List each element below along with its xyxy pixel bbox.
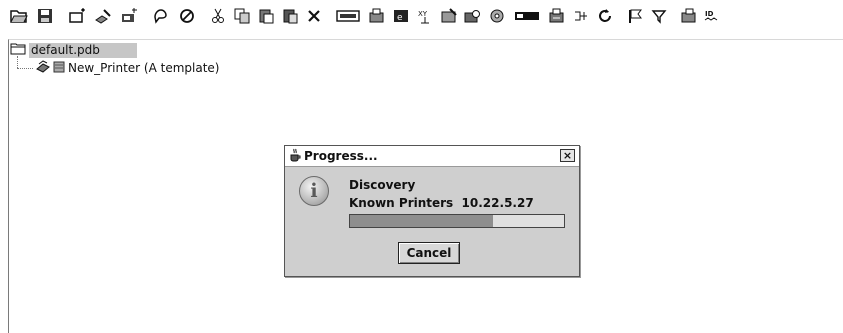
hand-icon[interactable] xyxy=(150,5,172,27)
toolbar: e XY ID xyxy=(0,0,843,34)
open-folder-icon[interactable] xyxy=(8,5,30,27)
edit-printer-icon[interactable] xyxy=(92,5,114,27)
svg-text:ID: ID xyxy=(705,10,714,18)
template-badge-icon xyxy=(53,61,65,76)
close-button[interactable]: × xyxy=(560,149,575,162)
cut-icon[interactable] xyxy=(207,5,229,27)
paste-icon[interactable] xyxy=(255,5,277,27)
network-icon[interactable]: XY xyxy=(414,5,436,27)
progress-fill xyxy=(350,215,494,227)
tree-child-label: New_Printer (A template) xyxy=(68,61,220,75)
port-icon[interactable] xyxy=(334,5,362,27)
tree-connector-vertical xyxy=(17,56,18,68)
java-cup-icon xyxy=(289,148,301,165)
stop-icon[interactable] xyxy=(176,5,198,27)
flag-icon[interactable] xyxy=(624,5,646,27)
database-folder-icon xyxy=(10,42,26,58)
paste-special-icon[interactable] xyxy=(279,5,301,27)
printer-manage-icon[interactable] xyxy=(438,5,460,27)
printer-queue-icon[interactable] xyxy=(546,5,568,27)
progress-bar xyxy=(349,214,565,228)
info-icon: i xyxy=(299,176,329,206)
copy-icon[interactable] xyxy=(231,5,253,27)
dialog-titlebar[interactable]: Progress... × xyxy=(285,146,579,167)
printer-icon xyxy=(35,59,51,77)
close-icon: × xyxy=(562,149,573,162)
id-label-icon[interactable]: ID xyxy=(702,5,724,27)
message-detail: Known Printers 10.22.5.27 xyxy=(349,196,534,210)
filter-icon[interactable] xyxy=(648,5,670,27)
app-window: e XY ID default.pdb New_Printer (A templ… xyxy=(0,0,843,333)
printer-settings-icon[interactable] xyxy=(486,5,508,27)
printer-star-icon[interactable] xyxy=(118,5,140,27)
tree-root-item[interactable]: default.pdb xyxy=(10,42,137,58)
message-title: Discovery xyxy=(349,178,416,192)
save-icon[interactable] xyxy=(34,5,56,27)
progress-dialog: Progress... × i Discovery Known Printers… xyxy=(284,145,580,277)
new-printer-icon[interactable] xyxy=(66,5,88,27)
printer-search-icon[interactable] xyxy=(462,5,484,27)
dialog-title: Progress... xyxy=(304,149,378,163)
bar-icon[interactable] xyxy=(512,5,542,27)
printer-hp-icon[interactable]: e xyxy=(390,5,412,27)
refresh-icon[interactable] xyxy=(594,5,616,27)
cancel-button[interactable]: Cancel xyxy=(398,242,460,264)
svg-text:e: e xyxy=(397,13,403,23)
tree-child-item[interactable]: New_Printer (A template) xyxy=(35,59,220,77)
tree-root-label: default.pdb xyxy=(29,42,137,58)
printer-id-icon[interactable] xyxy=(678,5,700,27)
printer-config-icon[interactable] xyxy=(366,5,388,27)
tree-connector-horizontal xyxy=(17,68,33,69)
svg-text:XY: XY xyxy=(418,10,428,18)
delete-icon[interactable] xyxy=(303,5,325,27)
branch-icon[interactable] xyxy=(570,5,592,27)
